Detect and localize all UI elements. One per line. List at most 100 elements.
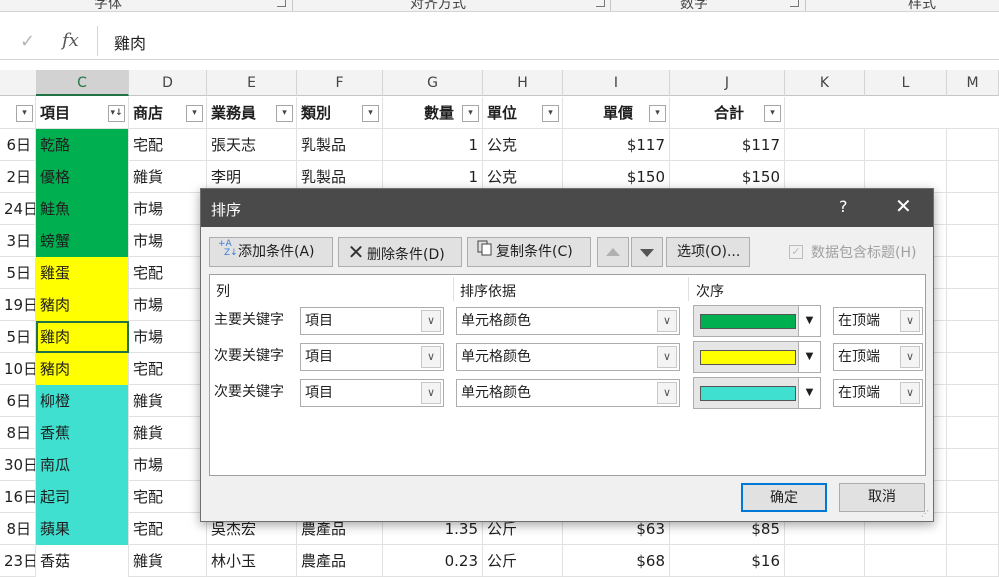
column-header-e[interactable]: E	[207, 70, 297, 96]
cell-store[interactable]: 市場	[129, 321, 207, 353]
cell-date[interactable]: 23日	[0, 545, 36, 577]
cell-item[interactable]: 乾酪	[36, 129, 129, 161]
cell-empty[interactable]	[947, 449, 999, 481]
close-icon[interactable]: ✕	[895, 194, 912, 218]
order-color-picker[interactable]: ▼	[693, 377, 821, 409]
cell-empty[interactable]	[865, 545, 947, 577]
has-header-checkbox[interactable]: ✓	[789, 245, 803, 259]
cell-store[interactable]: 宅配	[129, 513, 207, 545]
cell-date[interactable]: 30日	[0, 449, 36, 481]
sort-on-select[interactable]: 单元格颜色 ∨	[456, 343, 680, 371]
position-select[interactable]: 在顶端 ∨	[833, 307, 923, 335]
options-button[interactable]: 选项(O)...	[666, 237, 750, 267]
header-qty[interactable]: 數量 ▾	[383, 97, 483, 129]
enter-check-icon[interactable]: ✓	[20, 31, 35, 52]
cell-item[interactable]: 螃蟹	[36, 225, 129, 257]
cell-qty[interactable]: 1	[383, 129, 483, 161]
cell-store[interactable]: 市場	[129, 193, 207, 225]
cell-date[interactable]: 10日	[0, 353, 36, 385]
filter-dropdown-icon[interactable]: ▾	[764, 105, 781, 122]
filter-dropdown-icon[interactable]: ▾	[462, 105, 479, 122]
cell-item[interactable]: 蘋果	[36, 513, 129, 545]
cell-item[interactable]: 雞肉	[36, 321, 129, 353]
cell-date[interactable]: 2日	[0, 161, 36, 193]
cell-item[interactable]: 香菇	[36, 545, 129, 577]
cell-store[interactable]: 雜貨	[129, 545, 207, 577]
filter-dropdown-icon[interactable]: ▾	[186, 105, 203, 122]
header-category[interactable]: 類別 ▾	[297, 97, 383, 129]
cell-unit[interactable]: 公斤	[483, 545, 563, 577]
column-select[interactable]: 項目 ∨	[300, 307, 444, 335]
order-color-picker[interactable]: ▼	[693, 341, 821, 373]
cell-store[interactable]: 雜貨	[129, 161, 207, 193]
cell-item[interactable]: 香蕉	[36, 417, 129, 449]
cell-item[interactable]: 優格	[36, 161, 129, 193]
cell-date[interactable]: 19日	[0, 289, 36, 321]
sort-on-select[interactable]: 单元格颜色 ∨	[456, 379, 680, 407]
cell-item[interactable]: 豬肉	[36, 353, 129, 385]
cell-date[interactable]: 8日	[0, 417, 36, 449]
number-launcher-icon[interactable]	[790, 0, 799, 7]
cell-store[interactable]: 宅配	[129, 257, 207, 289]
cell-empty[interactable]	[947, 225, 999, 257]
delete-level-button[interactable]: ✕ 删除条件(D)	[338, 237, 462, 267]
cancel-button[interactable]: 取消	[839, 483, 925, 512]
cell-date[interactable]: 6日	[0, 129, 36, 161]
column-header-f[interactable]: F	[297, 70, 383, 96]
cell-date[interactable]: 6日	[0, 385, 36, 417]
position-select[interactable]: 在顶端 ∨	[833, 343, 923, 371]
cell-empty[interactable]	[785, 545, 865, 577]
cell-date[interactable]: 8日	[0, 513, 36, 545]
cell-item[interactable]: 柳橙	[36, 385, 129, 417]
copy-level-button[interactable]: 复制条件(C)	[467, 237, 591, 267]
cell-store[interactable]: 市場	[129, 449, 207, 481]
column-header-k[interactable]: K	[785, 70, 865, 96]
cell-salesperson[interactable]: 林小玉	[207, 545, 297, 577]
cell-empty[interactable]	[785, 129, 865, 161]
cell-store[interactable]: 宅配	[129, 481, 207, 513]
filter-dropdown-icon[interactable]: ▾	[649, 105, 666, 122]
column-header-m[interactable]: M	[947, 70, 999, 96]
cell-item[interactable]: 南瓜	[36, 449, 129, 481]
cell-store[interactable]: 市場	[129, 289, 207, 321]
header-item[interactable]: 項目 ▾↓	[36, 97, 129, 129]
cell-category[interactable]: 農產品	[297, 545, 383, 577]
formula-input[interactable]: 雞肉	[97, 26, 999, 56]
header-total[interactable]: 合計 ▾	[670, 97, 785, 129]
cell-unit[interactable]: 公克	[483, 129, 563, 161]
column-header-l[interactable]: L	[865, 70, 947, 96]
font-launcher-icon[interactable]	[277, 0, 286, 7]
move-down-button[interactable]	[631, 237, 663, 267]
cell-item[interactable]: 鮭魚	[36, 193, 129, 225]
cell-date[interactable]: 3日	[0, 225, 36, 257]
cell-price[interactable]: $117	[563, 129, 670, 161]
cell-store[interactable]: 雜貨	[129, 385, 207, 417]
cell-empty[interactable]	[947, 289, 999, 321]
help-icon[interactable]: ?	[839, 197, 848, 216]
cell-empty[interactable]	[947, 321, 999, 353]
cell-empty[interactable]	[947, 545, 999, 577]
ok-button[interactable]: 确定	[741, 483, 827, 512]
cell-empty[interactable]	[947, 193, 999, 225]
cell-store[interactable]: 市場	[129, 225, 207, 257]
column-header-g[interactable]: G	[383, 70, 483, 96]
cell-item[interactable]: 豬肉	[36, 289, 129, 321]
cell-empty[interactable]	[947, 129, 999, 161]
column-header-d[interactable]: D	[129, 70, 207, 96]
cell-store[interactable]: 雜貨	[129, 417, 207, 449]
column-header-j[interactable]: J	[670, 70, 785, 96]
cell-price[interactable]: $68	[563, 545, 670, 577]
cell-empty[interactable]	[947, 257, 999, 289]
cell-empty[interactable]	[947, 161, 999, 193]
cell-date[interactable]: 5日	[0, 257, 36, 289]
filter-dropdown-icon[interactable]: ▾	[362, 105, 379, 122]
add-level-button[interactable]: +A Z↓ 添加条件(A)	[209, 237, 333, 267]
resize-grip-icon[interactable]: ⋰	[921, 509, 931, 519]
order-color-picker[interactable]: ▼	[693, 305, 821, 337]
header-store[interactable]: 商店 ▾	[129, 97, 207, 129]
cell-empty[interactable]	[947, 353, 999, 385]
column-select[interactable]: 項目 ∨	[300, 343, 444, 371]
insert-function-icon[interactable]: fx	[62, 30, 79, 51]
move-up-button[interactable]	[597, 237, 629, 267]
cell-empty[interactable]	[947, 513, 999, 545]
